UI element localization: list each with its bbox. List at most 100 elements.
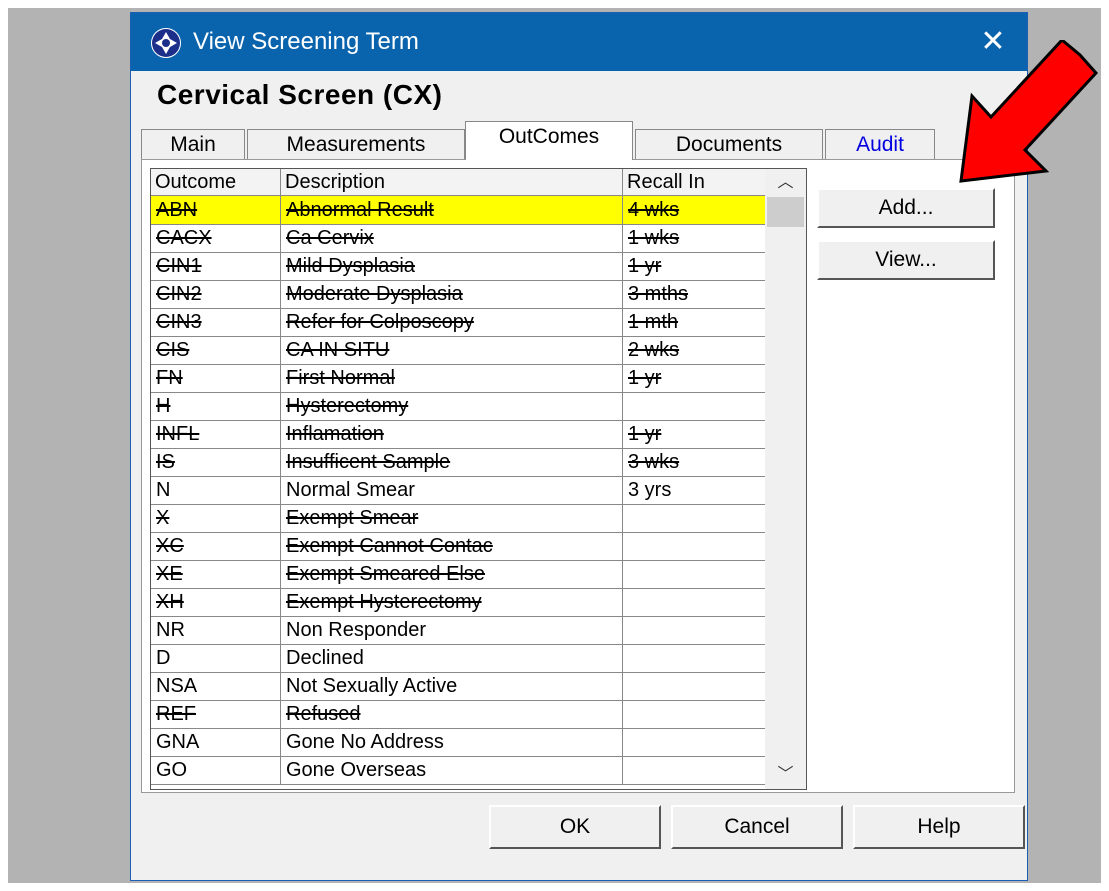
table-row[interactable]: GNA Gone No Address (151, 728, 765, 757)
view-screening-term-dialog: View Screening Term ✕ Cervical Screen (C… (130, 12, 1028, 881)
outcome-cell: X (151, 504, 281, 532)
outcome-cell-text: CIS (156, 339, 190, 361)
recall-in-cell-text: 1 yr (628, 367, 662, 389)
outcome-cell-text: NR (156, 619, 185, 641)
vertical-scrollbar[interactable]: ︿ ﹀ (765, 169, 806, 789)
outcome-cell-text: CIN2 (156, 283, 202, 305)
ok-button[interactable]: OK (489, 805, 661, 849)
recall-in-cell: 2 wks (623, 336, 765, 364)
table-row[interactable]: IS Insufficent Sample 3 wks (151, 448, 765, 477)
description-cell-text: Declined (286, 647, 364, 669)
outcomes-list[interactable]: Outcome Description Recall In ABN Abnorma… (150, 168, 807, 790)
table-row[interactable]: H Hysterectomy (151, 392, 765, 421)
description-cell: Exempt Hysterectomy (281, 588, 623, 616)
outcome-cell-text: X (156, 507, 170, 529)
outcome-cell: XE (151, 560, 281, 588)
description-cell-text: Exempt Smeared Else (286, 563, 485, 585)
description-cell-text: Refer for Colposcopy (286, 311, 474, 333)
tab-main[interactable]: Main (141, 129, 245, 159)
description-cell: Refer for Colposcopy (281, 308, 623, 336)
table-row[interactable]: XE Exempt Smeared Else (151, 560, 765, 589)
recall-in-cell-text: 1 yr (628, 255, 662, 277)
description-cell: Hysterectomy (281, 392, 623, 420)
table-row[interactable]: CIN2 Moderate Dysplasia 3 mths (151, 280, 765, 309)
scroll-up-icon[interactable]: ︿ (765, 169, 806, 197)
table-row[interactable]: FN First Normal 1 yr (151, 364, 765, 393)
recall-in-cell (623, 672, 765, 700)
tab-measurements[interactable]: Measurements (247, 129, 465, 159)
outcome-cell: CACX (151, 224, 281, 252)
description-cell-text: Normal Smear (286, 479, 415, 501)
table-row[interactable]: CACX Ca Cervix 1 wks (151, 224, 765, 253)
table-row[interactable]: GO Gone Overseas (151, 756, 765, 785)
column-header-recall-in[interactable]: Recall In (623, 169, 765, 195)
tab-documents[interactable]: Documents (635, 129, 823, 159)
table-row[interactable]: NSA Not Sexually Active (151, 672, 765, 701)
recall-in-cell: 1 wks (623, 224, 765, 252)
table-row[interactable]: CIN3 Refer for Colposcopy 1 mth (151, 308, 765, 337)
outcome-cell: NR (151, 616, 281, 644)
description-cell: Gone Overseas (281, 756, 623, 784)
recall-in-cell: 3 wks (623, 448, 765, 476)
recall-in-cell: 3 yrs (623, 476, 765, 504)
outcome-cell: CIN3 (151, 308, 281, 336)
column-header-description[interactable]: Description (281, 169, 623, 195)
description-cell-text: Hysterectomy (286, 395, 409, 417)
recall-in-cell: 1 yr (623, 364, 765, 392)
description-cell-text: CA IN SITU (286, 339, 390, 361)
table-row[interactable]: X Exempt Smear (151, 504, 765, 533)
table-row[interactable]: NR Non Responder (151, 616, 765, 645)
scroll-thumb[interactable] (767, 197, 804, 227)
description-cell: First Normal (281, 364, 623, 392)
table-row[interactable]: CIS CA IN SITU 2 wks (151, 336, 765, 365)
scroll-down-icon[interactable]: ﹀ (765, 761, 806, 789)
recall-in-cell-text: 2 wks (628, 339, 680, 361)
outcome-cell-text: FN (156, 367, 183, 389)
description-cell-text: Gone Overseas (286, 759, 427, 781)
recall-in-cell-text: 3 mths (628, 283, 689, 305)
outcome-cell-text: CACX (156, 227, 212, 249)
table-row[interactable]: XH Exempt Hysterectomy (151, 588, 765, 617)
description-cell-text: Abnormal Result (286, 199, 434, 221)
description-cell: Exempt Smeared Else (281, 560, 623, 588)
cancel-button[interactable]: Cancel (671, 805, 843, 849)
recall-in-cell (623, 532, 765, 560)
outcome-cell: NSA (151, 672, 281, 700)
outcome-cell-text: XE (156, 563, 183, 585)
outcome-cell-text: GO (156, 759, 188, 781)
recall-in-cell (623, 588, 765, 616)
description-cell: Normal Smear (281, 476, 623, 504)
tab-outcomes[interactable]: OutComes (465, 121, 633, 160)
outcome-cell-text: CIN3 (156, 311, 202, 333)
outcome-cell: REF (151, 700, 281, 728)
description-cell: Exempt Smear (281, 504, 623, 532)
column-header-outcome[interactable]: Outcome (151, 169, 281, 195)
description-cell: Not Sexually Active (281, 672, 623, 700)
description-cell: Refused (281, 700, 623, 728)
table-row[interactable]: D Declined (151, 644, 765, 673)
table-row[interactable]: N Normal Smear 3 yrs (151, 476, 765, 505)
title-bar[interactable]: View Screening Term ✕ (131, 13, 1027, 71)
description-cell: Inflamation (281, 420, 623, 448)
dialog-footer: OK Cancel Help (141, 801, 1025, 855)
help-button[interactable]: Help (853, 805, 1025, 849)
outcome-cell-text: NSA (156, 675, 198, 697)
view-button[interactable]: View... (817, 240, 995, 280)
outcome-cell-text: N (156, 479, 171, 501)
recall-in-cell (623, 644, 765, 672)
outcome-cell-text: XC (156, 535, 184, 557)
recall-in-cell-text: 1 mth (628, 311, 679, 333)
description-cell-text: Insufficent Sample (286, 451, 451, 473)
description-cell: Declined (281, 644, 623, 672)
table-row[interactable]: XC Exempt Cannot Contac (151, 532, 765, 561)
recall-in-cell-text: 1 yr (628, 423, 662, 445)
table-row[interactable]: INFL Inflamation 1 yr (151, 420, 765, 449)
red-arrow-annotation (959, 40, 1099, 183)
description-cell-text: Exempt Cannot Contac (286, 535, 493, 557)
table-row[interactable]: ABN Abnormal Result 4 wks (151, 196, 765, 225)
table-row[interactable]: REF Refused (151, 700, 765, 729)
table-row[interactable]: CIN1 Mild Dysplasia 1 yr (151, 252, 765, 281)
description-cell-text: Not Sexually Active (286, 675, 458, 697)
window-title: View Screening Term (193, 28, 419, 55)
outcome-cell: CIN2 (151, 280, 281, 308)
